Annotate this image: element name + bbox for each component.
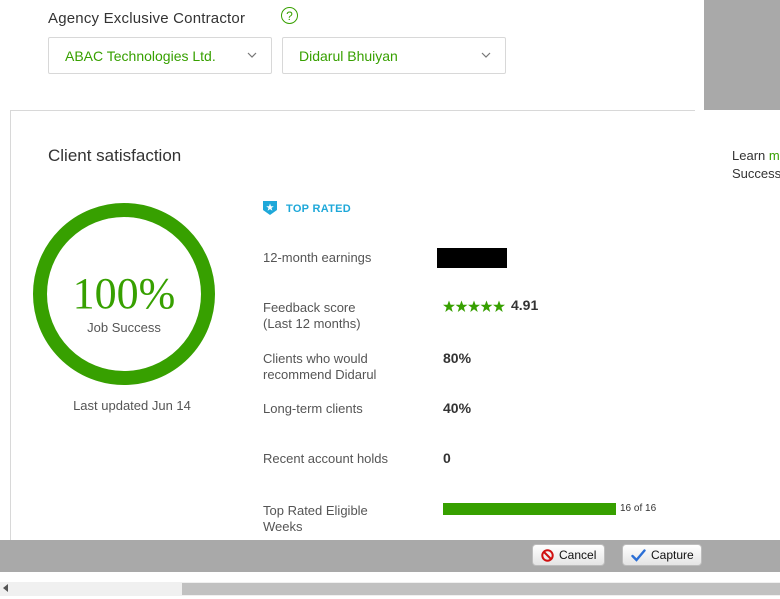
feedback-label-line1: Feedback score: [263, 300, 356, 315]
longterm-value: 40%: [443, 400, 472, 416]
eligible-label: Top Rated Eligible Weeks: [263, 503, 368, 535]
cancel-icon: [541, 548, 554, 562]
learn-more-link[interactable]: m: [769, 148, 780, 163]
feedback-label-line2: (Last 12 months): [263, 316, 361, 331]
card-title: Client satisfaction: [48, 146, 182, 165]
success-text: Success: [732, 166, 780, 181]
cancel-label: Cancel: [559, 548, 597, 562]
scrollbar-thumb[interactable]: [182, 583, 780, 595]
help-icon[interactable]: ?: [281, 7, 298, 24]
agency-select[interactable]: ABAC Technologies Ltd.: [48, 37, 272, 74]
holds-value: 0: [443, 450, 451, 466]
feedback-label: Feedback score (Last 12 months): [263, 300, 361, 332]
gray-overlay: [704, 0, 780, 110]
job-success-percent: 100%: [72, 269, 176, 318]
eligible-weeks-bar: [443, 503, 616, 515]
eligible-label-line2: Weeks: [263, 519, 303, 534]
chevron-down-icon: [481, 52, 491, 58]
agency-contractor-label: Agency Exclusive Contractor: [48, 10, 246, 27]
checkmark-icon: [631, 548, 646, 562]
learn-prefix: Learn: [732, 148, 769, 163]
cancel-button[interactable]: Cancel: [532, 544, 605, 566]
capture-button[interactable]: Capture: [622, 544, 702, 566]
learn-more-text: Learn m Success: [732, 147, 780, 183]
chevron-down-icon: [247, 52, 257, 58]
agency-select-value: ABAC Technologies Ltd.: [65, 48, 216, 64]
eligible-weeks-value: 16 of 16: [620, 503, 657, 514]
freelancer-select[interactable]: Didarul Bhuiyan: [282, 37, 506, 74]
eligible-label-line1: Top Rated Eligible: [263, 503, 368, 518]
top-rated-badge: TOP RATED: [286, 203, 352, 215]
star-rating-icon: [443, 300, 505, 312]
recommend-label: Clients who would recommend Didarul: [263, 351, 376, 383]
last-updated: Last updated Jun 14: [73, 398, 191, 413]
scroll-left-icon[interactable]: [3, 584, 8, 592]
longterm-label: Long-term clients: [263, 401, 363, 416]
capture-label: Capture: [651, 548, 694, 562]
recommend-value: 80%: [443, 350, 472, 366]
recommend-label-line1: Clients who would: [263, 351, 368, 366]
earnings-label: 12-month earnings: [263, 250, 372, 265]
freelancer-select-value: Didarul Bhuiyan: [299, 48, 398, 64]
feedback-score-value: 4.91: [511, 297, 539, 313]
recommend-label-line2: recommend Didarul: [263, 367, 377, 382]
job-success-label: Job Success: [87, 320, 161, 335]
top-rated-badge-icon: [263, 201, 277, 215]
earnings-redacted: [437, 248, 507, 268]
holds-label: Recent account holds: [263, 451, 389, 466]
